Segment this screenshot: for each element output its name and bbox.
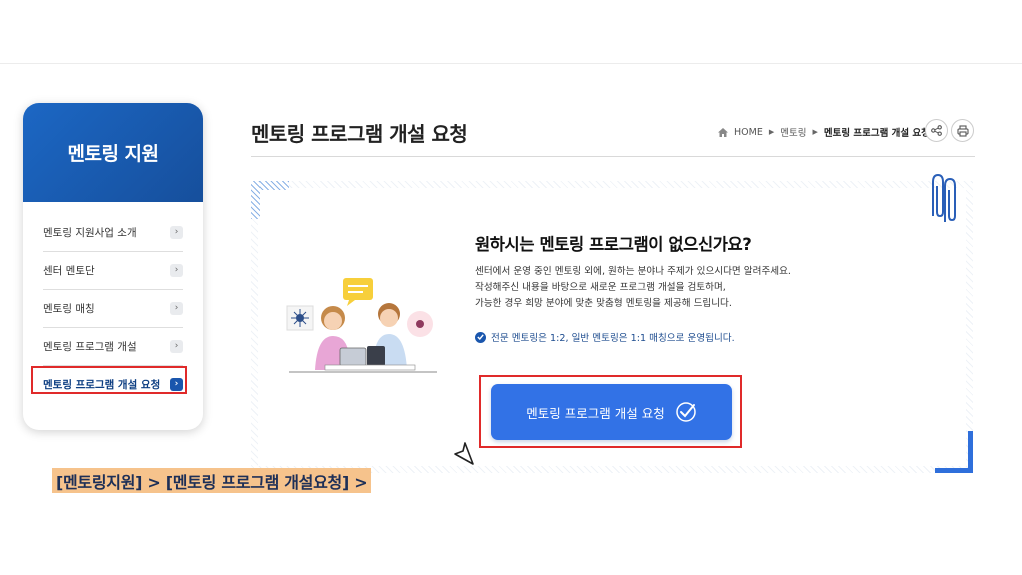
breadcrumb-separator-icon: ▶ (768, 128, 775, 136)
sidebar-item-label: 멘토링 프로그램 개설 요청 (43, 379, 161, 391)
sidebar-item-mentor-group[interactable]: 센터 멘토단 › (43, 252, 183, 290)
card-heading: 원하시는 멘토링 프로그램이 없으신가요? (475, 235, 752, 254)
chevron-right-icon: › (170, 226, 183, 239)
notice-text: 전문 멘토링은 1:2, 일반 멘토링은 1:1 매칭으로 운영됩니다. (491, 333, 735, 344)
matching-notice: 전문 멘토링은 1:2, 일반 멘토링은 1:1 매칭으로 운영됩니다. (475, 330, 735, 344)
chevron-right-icon: › (170, 302, 183, 315)
sidebar-item-program-intro[interactable]: 멘토링 지원사업 소개 › (43, 214, 183, 252)
chevron-right-icon: › (170, 378, 183, 391)
sidebar-menu: 멘토링 지원사업 소개 › 센터 멘토단 › 멘토링 매칭 › 멘토링 프로그램… (23, 202, 203, 403)
sidebar: 멘토링 지원 멘토링 지원사업 소개 › 센터 멘토단 › 멘토링 매칭 › 멘… (23, 103, 203, 430)
request-program-button-label: 멘토링 프로그램 개설 요청 (526, 405, 665, 421)
check-circle-icon (675, 402, 696, 422)
breadcrumb-level1[interactable]: 멘토링 (780, 125, 806, 139)
card-corner-decoration (968, 431, 973, 473)
breadcrumb-current: 멘토링 프로그램 개설 요청 (823, 128, 930, 139)
print-button[interactable] (951, 119, 974, 142)
sidebar-item-program-request[interactable]: 멘토링 프로그램 개설 요청 › (43, 366, 183, 403)
sidebar-item-label: 멘토링 지원사업 소개 (43, 227, 137, 239)
sidebar-title: 멘토링 지원 (23, 103, 203, 202)
page-title: 멘토링 프로그램 개설 요청 (251, 122, 468, 146)
paperclip-icon (932, 173, 956, 222)
top-divider (0, 63, 1022, 64)
home-icon (718, 127, 728, 137)
chevron-right-icon: › (170, 340, 183, 353)
card-corner-decoration (251, 181, 260, 219)
card-description: 센터에서 운영 중인 멘토링 외에, 원하는 분야나 주제가 있으시다면 알려주… (475, 264, 791, 312)
sidebar-item-label: 멘토링 매칭 (43, 303, 95, 315)
description-line: 작성해주신 내용을 바탕으로 새로운 프로그램 개설을 검토하며, (475, 282, 726, 293)
navigation-path-caption: [멘토링지원] > [멘토링 프로그램 개설요청] > (52, 468, 372, 493)
title-divider (251, 156, 975, 157)
mentoring-illustration (286, 278, 437, 373)
share-button[interactable] (925, 119, 948, 142)
check-circle-icon (475, 331, 486, 343)
request-program-button[interactable]: 멘토링 프로그램 개설 요청 (491, 384, 732, 440)
breadcrumb-separator-icon: ▶ (812, 128, 818, 136)
breadcrumb-home[interactable]: HOME (734, 127, 763, 138)
sidebar-item-label: 센터 멘토단 (43, 265, 95, 277)
sidebar-item-label: 멘토링 프로그램 개설 (43, 341, 137, 353)
sidebar-item-matching[interactable]: 멘토링 매칭 › (43, 290, 183, 328)
share-icon (931, 125, 942, 136)
print-icon (956, 124, 969, 137)
chevron-right-icon: › (170, 264, 183, 277)
sidebar-item-program-open[interactable]: 멘토링 프로그램 개설 › (43, 328, 183, 366)
description-line: 가능한 경우 희망 분야에 맞춘 맞춤형 멘토링을 제공해 드립니다. (475, 298, 732, 309)
breadcrumb: HOME ▶ 멘토링 ▶ 멘토링 프로그램 개설 요청 (718, 125, 930, 139)
card-corner-decoration (935, 468, 973, 473)
mouse-cursor-icon (454, 442, 474, 465)
description-line: 센터에서 운영 중인 멘토링 외에, 원하는 분야나 주제가 있으시다면 알려주… (475, 266, 791, 277)
